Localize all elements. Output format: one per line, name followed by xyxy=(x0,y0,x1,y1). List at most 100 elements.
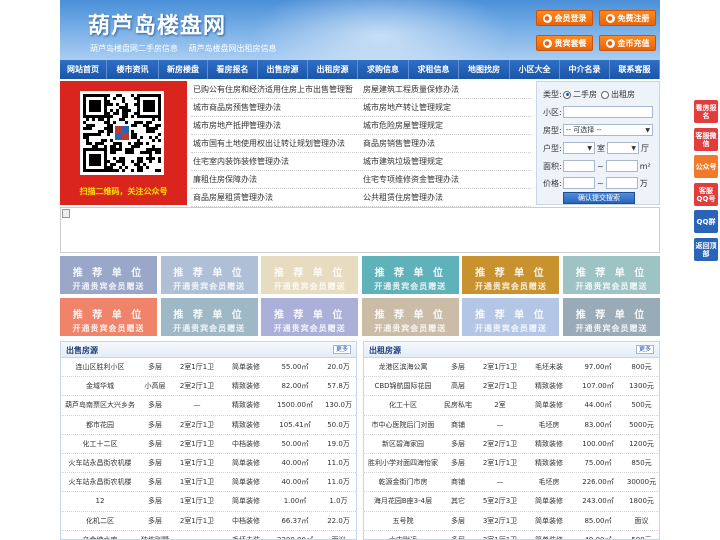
policy-link[interactable]: 城市房地产抵押管理办法 xyxy=(191,120,361,131)
register-button[interactable]: ● 免费注册 xyxy=(599,10,656,26)
rent-more-link[interactable]: 更多 xyxy=(635,345,654,354)
area-min-input[interactable] xyxy=(563,160,595,172)
float-button[interactable]: 返回顶部 xyxy=(694,238,718,261)
policy-link[interactable]: 城市危险房屋管理规定 xyxy=(361,120,531,131)
nav-item[interactable]: 联系客服 xyxy=(610,60,660,79)
policy-link[interactable]: 廉租住房保障办法 xyxy=(191,174,361,185)
nav-item[interactable]: 网站首页 xyxy=(60,60,107,79)
search-submit-button[interactable]: 确认提交搜索 xyxy=(563,192,635,204)
room-select[interactable]: ▼ xyxy=(563,142,595,154)
area-max-input[interactable] xyxy=(605,160,638,172)
policy-link[interactable]: 住宅专项维修资金管理办法 xyxy=(361,174,531,185)
listing-cell[interactable]: 乾源金街门市房 xyxy=(364,477,442,487)
radio-secondhand[interactable] xyxy=(563,90,571,99)
recommended-ad-slot[interactable]: 推 荐 单 位开通贵宾会员赠送 xyxy=(60,298,157,336)
listing-row[interactable]: 金域华城 小高层 2室2厅1卫 精致装修 82.00㎡ 57.8万 xyxy=(61,377,356,397)
float-button[interactable]: QQ群 xyxy=(694,210,718,233)
house-type-select[interactable]: -- 可选择 -- ▼ xyxy=(563,124,653,136)
recommended-ad-slot[interactable]: 推 荐 单 位开通贵宾会员赠送 xyxy=(261,298,359,336)
banner-ad[interactable] xyxy=(60,207,660,253)
recommended-ad-slot[interactable]: 推 荐 单 位开通贵宾会员赠送 xyxy=(261,256,359,294)
nav-item[interactable]: 中介名录 xyxy=(560,60,610,79)
listing-row[interactable]: 海月花园B座3-4层 其它 5室2厅3卫 简单装修 243.00㎡ 1800元 xyxy=(364,492,659,512)
recommended-ad-slot[interactable]: 推 荐 单 位开通贵宾会员赠送 xyxy=(60,256,157,294)
listing-cell[interactable]: 龙港区滨海公寓 xyxy=(364,362,442,372)
float-button[interactable]: 客服QQ号 xyxy=(694,183,718,206)
price-min-input[interactable] xyxy=(563,177,595,189)
nav-item[interactable]: 楼市资讯 xyxy=(107,60,159,79)
listing-cell[interactable]: 新区碧海家园 xyxy=(364,439,442,449)
listing-cell[interactable]: 五号院 xyxy=(364,516,442,526)
listing-cell[interactable]: 都市花园 xyxy=(61,420,139,430)
listing-row[interactable]: 化机二区 多层 2室1厅1卫 中档装修 66.37㎡ 22.0万 xyxy=(61,512,356,531)
listing-row[interactable]: 胜利小学对面四海怡家 多层 2室1厅1卫 精致装修 75.00㎡ 850元 xyxy=(364,454,659,474)
site-logo-title[interactable]: 葫芦岛楼盘网 xyxy=(88,8,226,40)
radio-rent[interactable] xyxy=(601,90,609,99)
policy-link[interactable]: 城市国有土地使用权出让转让规划管理办法 xyxy=(191,138,361,149)
listing-row[interactable]: 乌金塘水库 独栋别墅 — 毛坯未装 2200.00㎡ 面议 xyxy=(61,531,356,539)
sale-more-link[interactable]: 更多 xyxy=(332,345,351,354)
listing-row[interactable]: CBD锦航国际花园 高层 2室2厅1卫 精致装修 107.00㎡ 1300元 xyxy=(364,377,659,397)
policy-link[interactable]: 公共租赁住房管理办法 xyxy=(361,192,531,203)
listing-cell[interactable]: 连山区胜利小区 xyxy=(61,362,139,372)
listing-cell[interactable]: 化工十区 xyxy=(364,400,442,410)
listing-row[interactable]: 火车站永昌街农机楼 多层 1室1厅1卫 简单装修 40.00㎡ 11.0万 xyxy=(61,454,356,474)
listing-row[interactable]: 葫芦岛南票区大兴乡务 多层 — 精致装修 1500.00㎡ 130.0万 xyxy=(61,396,356,416)
policy-link[interactable]: 商品房屋租赁管理办法 xyxy=(191,192,361,203)
recommended-ad-slot[interactable]: 推 荐 单 位开通贵宾会员赠送 xyxy=(462,298,560,336)
listing-row[interactable]: 都市花园 多层 2室2厅1卫 精致装修 105.41㎡ 50.0万 xyxy=(61,416,356,435)
listing-row[interactable]: 六中附近 多层 2室1厅1卫 简单装修 49.00㎡ 500元 xyxy=(364,531,659,539)
recommended-ad-slot[interactable]: 推 荐 单 位开通贵宾会员赠送 xyxy=(361,256,459,294)
listing-cell[interactable]: 金域华城 xyxy=(61,381,139,391)
float-button[interactable]: 公众号 xyxy=(694,155,718,178)
listing-row[interactable]: 连山区胜利小区 多层 2室1厅1卫 简单装修 55.00㎡ 20.0万 xyxy=(61,358,356,378)
policy-link[interactable]: 房屋建筑工程质量保修办法 xyxy=(361,84,531,95)
float-button[interactable]: 看房报名 xyxy=(694,100,718,123)
recommended-ad-slot[interactable]: 推 荐 单 位开通贵宾会员赠送 xyxy=(160,256,258,294)
listing-cell[interactable]: 市中心医院后门对面 xyxy=(364,420,442,430)
listing-row[interactable]: 乾源金街门市房 商铺 — 毛坯房 226.00㎡ 30000元 xyxy=(364,473,659,493)
nav-item[interactable]: 求租信息 xyxy=(409,60,459,79)
listing-cell[interactable]: 葫芦岛南票区大兴乡务 xyxy=(61,400,139,410)
recommended-ad-slot[interactable]: 推 荐 单 位开通贵宾会员赠送 xyxy=(563,298,660,336)
policy-link[interactable]: 城市商品房预售管理办法 xyxy=(191,102,361,113)
nav-item[interactable]: 新房楼盘 xyxy=(159,60,208,79)
policy-link[interactable]: 住宅室内装饰装修管理办法 xyxy=(191,156,361,167)
listing-cell[interactable]: CBD锦航国际花园 xyxy=(364,381,442,391)
listing-cell[interactable]: 海月花园B座3-4层 xyxy=(364,496,442,506)
recommended-ad-slot[interactable]: 推 荐 单 位开通贵宾会员赠送 xyxy=(563,256,660,294)
nav-item[interactable]: 出售房源 xyxy=(258,60,308,79)
nav-item[interactable]: 地图找房 xyxy=(459,60,510,79)
policy-link[interactable]: 商品房销售管理办法 xyxy=(361,138,531,149)
recommended-ad-slot[interactable]: 推 荐 单 位开通贵宾会员赠送 xyxy=(361,298,459,336)
listing-row[interactable]: 新区碧海家园 多层 2室2厅1卫 精致装修 100.00㎡ 1200元 xyxy=(364,435,659,454)
recommended-ad-slot[interactable]: 推 荐 单 位开通贵宾会员赠送 xyxy=(462,256,560,294)
listing-row[interactable]: 化工十区 民房私宅 2室 简单装修 44.00㎡ 500元 xyxy=(364,396,659,416)
nav-item[interactable]: 出租房源 xyxy=(308,60,358,79)
listing-cell[interactable]: 胜利小学对面四海怡家 xyxy=(364,458,442,468)
listing-cell[interactable]: 12 xyxy=(61,497,139,505)
coin-recharge-button[interactable]: ● 金币充值 xyxy=(599,35,656,51)
listing-row[interactable]: 龙港区滨海公寓 多层 2室1厅1卫 毛坯未装 97.00㎡ 800元 xyxy=(364,358,659,378)
price-max-input[interactable] xyxy=(605,177,638,189)
header-link-rent[interactable]: 葫芦岛楼盘网出租房信息 xyxy=(189,44,277,53)
login-button[interactable]: ● 会员登录 xyxy=(536,10,593,26)
policy-link[interactable]: 已购公有住房和经济适用住房上市出售管理暂 xyxy=(191,84,361,95)
listing-cell[interactable]: 乌金塘水库 xyxy=(61,535,139,539)
nav-item[interactable]: 求购信息 xyxy=(358,60,409,79)
policy-link[interactable]: 城市建筑垃圾管理规定 xyxy=(361,156,531,167)
listing-row[interactable]: 市中心医院后门对面 商铺 — 毛坯房 83.00㎡ 5000元 xyxy=(364,416,659,435)
policy-link[interactable]: 城市房地产转让管理规定 xyxy=(361,102,531,113)
header-link-sale[interactable]: 葫芦岛楼盘网二手房信息 xyxy=(90,44,178,53)
listing-row[interactable]: 火车站永昌街农机楼 多层 1室1厅1卫 简单装修 40.00㎡ 11.0万 xyxy=(61,473,356,493)
listing-cell[interactable]: 火车站永昌街农机楼 xyxy=(61,477,139,487)
nav-item[interactable]: 看房报名 xyxy=(208,60,258,79)
listing-cell[interactable]: 六中附近 xyxy=(364,535,442,539)
listing-row[interactable]: 化工十二区 多层 2室1厅1卫 中档装修 50.00㎡ 19.0万 xyxy=(61,435,356,454)
recommended-ad-slot[interactable]: 推 荐 单 位开通贵宾会员赠送 xyxy=(160,298,258,336)
nav-item[interactable]: 小区大全 xyxy=(510,60,560,79)
listing-row[interactable]: 五号院 多层 3室2厅1卫 简单装修 85.00㎡ 面议 xyxy=(364,512,659,531)
listing-cell[interactable]: 化机二区 xyxy=(61,516,139,526)
listing-row[interactable]: 12 多层 1室1厅1卫 简单装修 1.00㎡ 1.0万 xyxy=(61,492,356,512)
listing-cell[interactable]: 化工十二区 xyxy=(61,439,139,449)
